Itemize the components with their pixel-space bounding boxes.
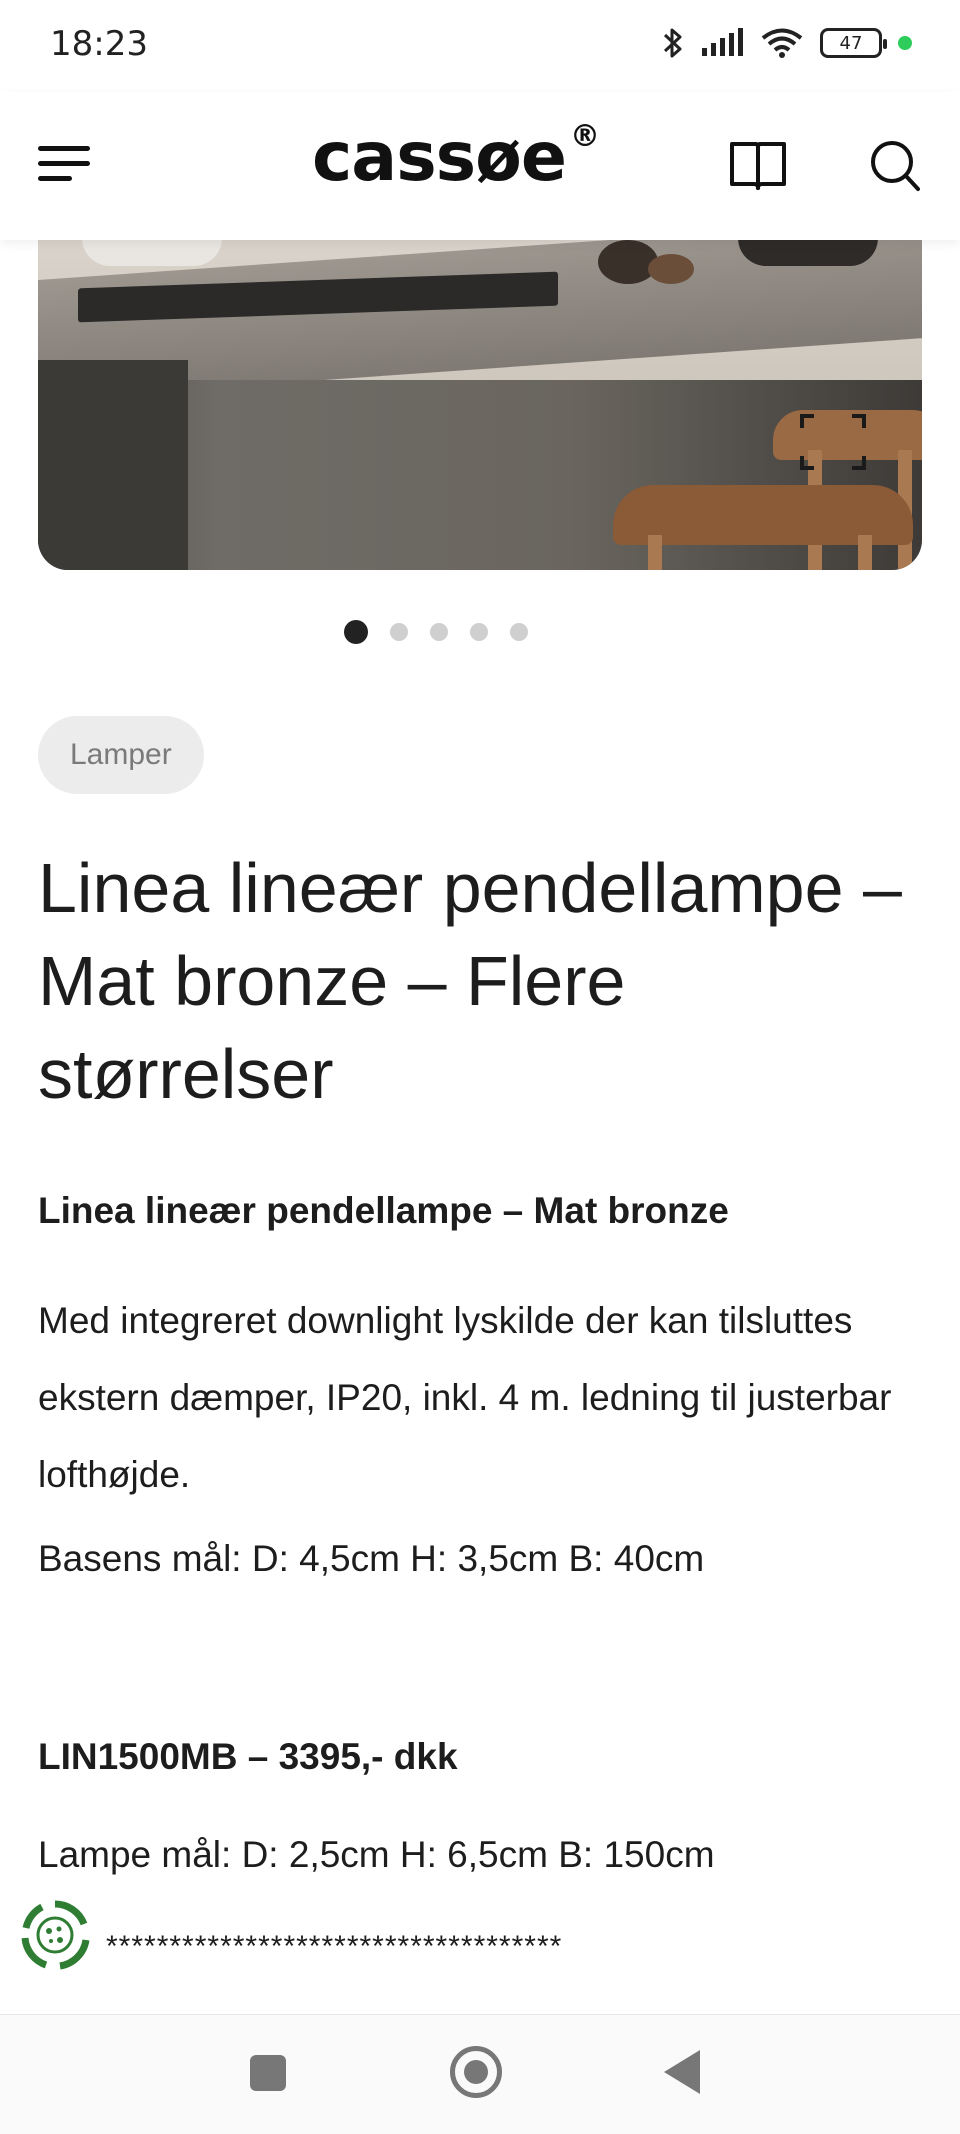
cookie-settings-icon[interactable]	[18, 1898, 92, 1972]
image-cabinet-side	[38, 360, 188, 570]
recent-apps-button[interactable]	[250, 2055, 286, 2091]
fullscreen-icon[interactable]	[798, 412, 868, 472]
gallery-control-left[interactable]	[82, 240, 222, 266]
lamp-dimensions: Lampe mål: D: 2,5cm H: 6,5cm B: 150cm	[38, 1834, 715, 1875]
variant-heading: LIN1500MB – 3395,- dkk	[38, 1736, 458, 1777]
product-image[interactable]	[38, 240, 922, 570]
base-dimensions: Basens mål: D: 4,5cm H: 3,5cm B: 40cm	[38, 1538, 705, 1579]
carousel-dot[interactable]	[470, 623, 488, 641]
product-description: Med integreret downlight lyskilde der ka…	[38, 1300, 892, 1495]
search-button[interactable]	[868, 136, 924, 196]
carousel-dot[interactable]	[344, 620, 368, 644]
carousel-dot[interactable]	[430, 623, 448, 641]
gallery-control-right[interactable]	[738, 240, 878, 266]
search-icon	[871, 141, 920, 191]
menu-icon-line	[38, 161, 90, 166]
battery-icon: 47	[820, 28, 887, 58]
carousel-dot[interactable]	[510, 623, 528, 641]
logo-text: cassøe	[312, 118, 567, 197]
category-tag[interactable]: Lamper	[38, 716, 204, 794]
privacy-indicator-dot	[898, 36, 912, 50]
status-time: 18:23	[50, 24, 148, 64]
back-button[interactable]	[664, 2050, 700, 2094]
site-header: cassøe ®	[0, 92, 960, 240]
menu-button[interactable]	[38, 144, 92, 184]
bluetooth-icon	[663, 28, 682, 58]
image-bowl	[648, 254, 694, 284]
separator-line: ************************************	[106, 1930, 563, 1963]
status-bar: 18:23 47	[0, 0, 960, 92]
signal-icon	[702, 28, 743, 56]
image-stool-leg	[858, 535, 872, 570]
wifi-icon	[761, 28, 803, 58]
catalog-button[interactable]	[728, 136, 788, 192]
menu-icon	[38, 146, 90, 151]
image-stool-leg	[648, 535, 662, 570]
status-icons: 47	[662, 26, 912, 60]
registered-mark: ®	[569, 119, 600, 155]
menu-icon-line	[38, 176, 72, 181]
home-button[interactable]	[450, 2046, 502, 2098]
product-title: Linea lineær pendellampe – Mat bronze – …	[38, 849, 902, 1113]
catalog-book-icon	[730, 142, 786, 190]
site-logo[interactable]: cassøe ®	[312, 118, 600, 197]
product-subheading: Linea lineær pendellampe – Mat bronze	[38, 1190, 729, 1231]
carousel-dots	[0, 620, 916, 644]
carousel-dot[interactable]	[390, 623, 408, 641]
